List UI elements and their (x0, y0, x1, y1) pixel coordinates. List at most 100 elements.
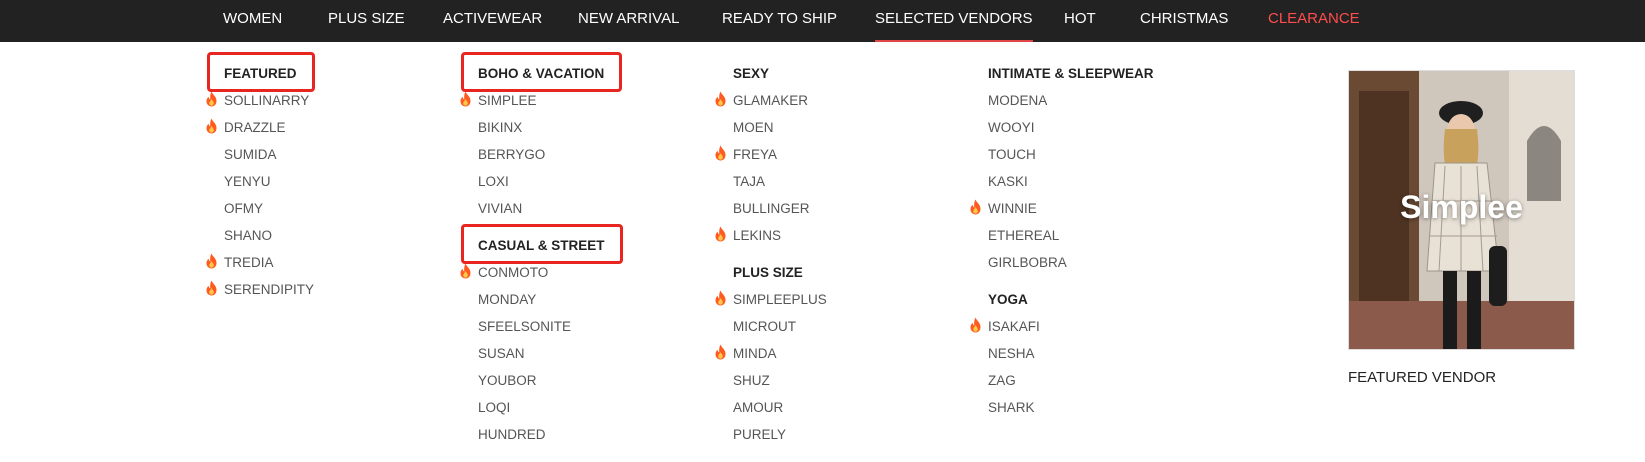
vendor-name: MICROUT (733, 319, 796, 334)
vendor-link-lekins[interactable]: LEKINS (715, 226, 782, 243)
vendor-link-minda[interactable]: MINDA (715, 344, 777, 361)
hot-fire-icon (714, 226, 727, 242)
hot-fire-icon (205, 280, 218, 296)
vendor-name: WOOYI (988, 120, 1035, 135)
featured-brand-text: Simplee (1400, 189, 1523, 225)
vendor-link-modena[interactable]: MODENA (988, 93, 1047, 108)
vendor-link-sumida[interactable]: SUMIDA (224, 147, 277, 162)
vendor-link-berrygo[interactable]: BERRYGO (478, 147, 545, 162)
vendor-name: KASKI (988, 174, 1028, 189)
vendor-link-freya[interactable]: FREYA (715, 145, 777, 162)
vendor-name: SERENDIPITY (224, 282, 315, 297)
vendor-name: OFMY (224, 201, 263, 216)
vendor-link-tredia[interactable]: TREDIA (206, 253, 274, 270)
vendor-name: WINNIE (988, 201, 1037, 216)
group-header-sexy: SEXY (733, 66, 770, 81)
hot-fire-icon (969, 199, 982, 215)
vendor-link-microut[interactable]: MICROUT (733, 319, 796, 334)
vendor-link-vivian[interactable]: VIVIAN (478, 201, 522, 216)
vendor-link-sollinarry[interactable]: SOLLINARRY (206, 91, 309, 108)
vendor-link-shano[interactable]: SHANO (224, 228, 272, 243)
vendor-link-monday[interactable]: MONDAY (478, 292, 536, 307)
hot-fire-icon (714, 91, 727, 107)
group-header-intimate-sleepwear: INTIMATE & SLEEPWEAR (988, 66, 1154, 81)
vendor-name: SUMIDA (224, 147, 277, 162)
vendor-link-loqi[interactable]: LOQI (478, 400, 510, 415)
vendor-link-sfeelsonite[interactable]: SFEELSONITE (478, 319, 571, 334)
vendor-name: YENYU (224, 174, 271, 189)
nav-item-new-arrival[interactable]: NEW ARRIVAL (578, 0, 679, 42)
vendor-link-simpleeplus[interactable]: SIMPLEEPLUS (715, 290, 827, 307)
group-header-featured: FEATURED (224, 66, 297, 81)
nav-item-christmas[interactable]: CHRISTMAS (1140, 0, 1228, 42)
hot-fire-icon (205, 118, 218, 134)
vendor-name: SUSAN (478, 346, 525, 361)
nav-item-hot[interactable]: HOT (1064, 0, 1096, 42)
vendor-link-shark[interactable]: SHARK (988, 400, 1035, 415)
group-header-yoga: YOGA (988, 292, 1028, 307)
vendor-name: AMOUR (733, 400, 784, 415)
vendor-name: GIRLBOBRA (988, 255, 1067, 270)
vendor-link-yenyu[interactable]: YENYU (224, 174, 271, 189)
vendor-link-glamaker[interactable]: GLAMAKER (715, 91, 808, 108)
hot-fire-icon (205, 253, 218, 269)
vendor-name: BULLINGER (733, 201, 810, 216)
nav-item-clearance[interactable]: CLEARANCE (1268, 0, 1360, 42)
vendor-name: LEKINS (733, 228, 782, 243)
vendor-link-touch[interactable]: TOUCH (988, 147, 1036, 162)
vendor-name: TREDIA (224, 255, 274, 270)
vendor-link-youbor[interactable]: YOUBOR (478, 373, 537, 388)
vendor-name: TOUCH (988, 147, 1036, 162)
vendor-link-hundred[interactable]: HUNDRED (478, 427, 546, 442)
nav-item-women[interactable]: WOMEN (223, 0, 282, 42)
vendor-name: SIMPLEEPLUS (733, 292, 827, 307)
group-header-boho-vacation: BOHO & VACATION (478, 66, 605, 81)
featured-vendor-label: FEATURED VENDOR (1348, 369, 1497, 386)
hot-fire-icon (459, 263, 472, 279)
featured-vendor-image[interactable]: Simplee (1348, 70, 1575, 350)
hot-fire-icon (969, 317, 982, 333)
vendor-link-kaski[interactable]: KASKI (988, 174, 1028, 189)
vendor-link-amour[interactable]: AMOUR (733, 400, 783, 415)
nav-item-plus-size[interactable]: PLUS SIZE (328, 0, 405, 42)
vendor-link-wooyi[interactable]: WOOYI (988, 120, 1035, 135)
vendor-name: TAJA (733, 174, 766, 189)
vendor-link-taja[interactable]: TAJA (733, 174, 765, 189)
vendor-link-purely[interactable]: PURELY (733, 427, 786, 442)
vendor-link-bullinger[interactable]: BULLINGER (733, 201, 810, 216)
hot-fire-icon (714, 290, 727, 306)
vendor-name: SIMPLEE (478, 93, 537, 108)
vendor-link-nesha[interactable]: NESHA (988, 346, 1035, 361)
vendor-link-shuz[interactable]: SHUZ (733, 373, 770, 388)
vendor-name: DRAZZLE (224, 120, 286, 135)
vendor-name: BERRYGO (478, 147, 546, 162)
vendor-link-girlbobra[interactable]: GIRLBOBRA (988, 255, 1067, 270)
vendor-link-serendipity[interactable]: SERENDIPITY (206, 280, 315, 297)
vendor-link-moen[interactable]: MOEN (733, 120, 774, 135)
hot-fire-icon (714, 145, 727, 161)
vendor-name: SHUZ (733, 373, 770, 388)
vendor-name: MODENA (988, 93, 1048, 108)
vendor-name: BIKINX (478, 120, 523, 135)
top-nav-bar: WOMEN PLUS SIZE ACTIVEWEAR NEW ARRIVAL READY… (0, 0, 1645, 42)
nav-item-selected-vendors[interactable]: SELECTED VENDORS (875, 0, 1033, 42)
vendor-link-drazzle[interactable]: DRAZZLE (206, 118, 286, 135)
nav-item-activewear[interactable]: ACTIVEWEAR (443, 0, 542, 42)
vendor-link-ethereal[interactable]: ETHEREAL (988, 228, 1059, 243)
vendor-name: PURELY (733, 427, 787, 442)
vendor-link-isakafi[interactable]: ISAKAFI (970, 317, 1040, 334)
hot-fire-icon (459, 91, 472, 107)
vendor-name: MONDAY (478, 292, 537, 307)
vendor-name: SFEELSONITE (478, 319, 572, 334)
vendor-link-zag[interactable]: ZAG (988, 373, 1016, 388)
vendor-link-bikinx[interactable]: BIKINX (478, 120, 522, 135)
vendor-link-winnie[interactable]: WINNIE (970, 199, 1037, 216)
vendor-link-conmoto[interactable]: CONMOTO (460, 263, 548, 280)
vendor-link-susan[interactable]: SUSAN (478, 346, 525, 361)
vendor-link-loxi[interactable]: LOXI (478, 174, 509, 189)
nav-item-ready-to-ship[interactable]: READY TO SHIP (722, 0, 837, 42)
vendor-link-simplee[interactable]: SIMPLEE (460, 91, 537, 108)
hot-fire-icon (714, 344, 727, 360)
vendor-name: LOXI (478, 174, 509, 189)
vendor-link-ofmy[interactable]: OFMY (224, 201, 263, 216)
